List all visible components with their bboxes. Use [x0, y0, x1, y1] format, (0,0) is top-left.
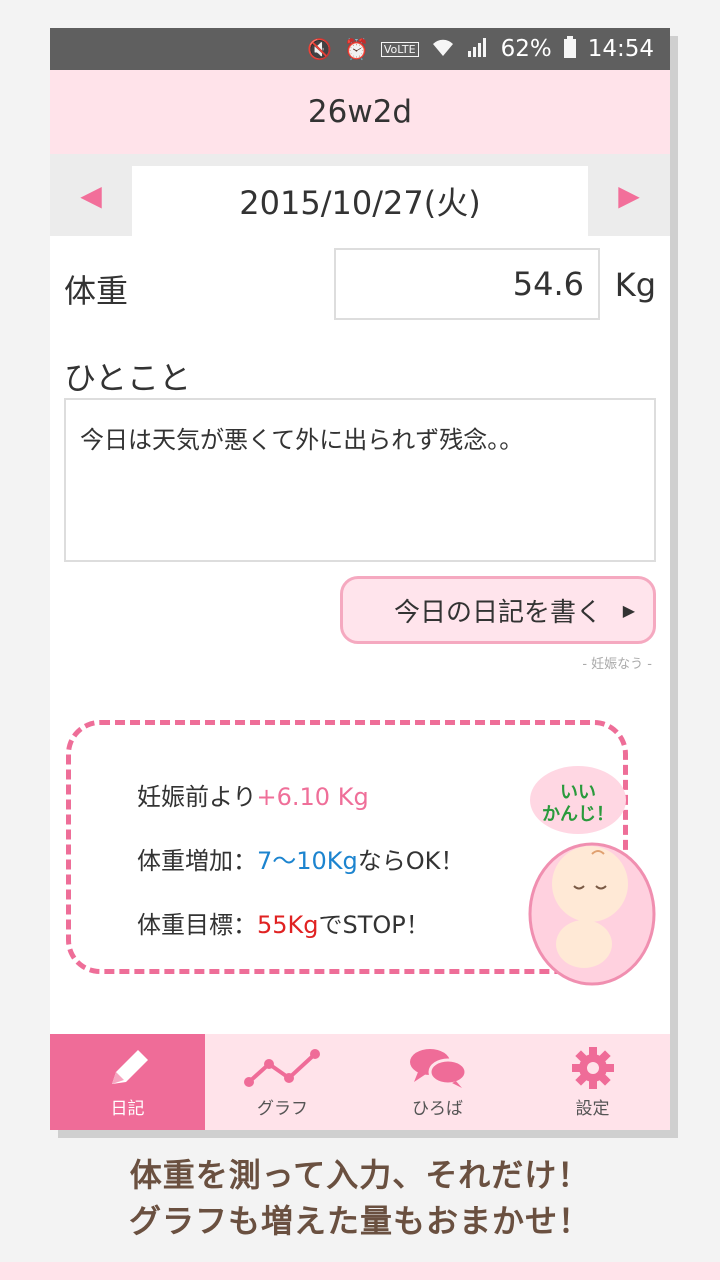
wifi-icon: [431, 36, 455, 63]
page-title: 26w2d: [307, 94, 413, 130]
write-diary-label: 今日の日記を書く: [393, 597, 602, 628]
baby-mascot: いい かんじ！: [524, 764, 660, 990]
weight-value: 54.6: [512, 265, 584, 303]
weight-unit: Kg: [614, 266, 656, 304]
gear-icon: [571, 1046, 614, 1089]
current-date: 2015/10/27(火): [132, 166, 588, 236]
mute-icon: 🔇: [307, 37, 332, 61]
battery-percent: 62%: [500, 36, 552, 62]
write-diary-button[interactable]: 今日の日記を書く ▶: [340, 576, 656, 644]
memo-label: ひとこと: [64, 359, 192, 397]
clock: 14:54: [587, 36, 654, 62]
tab-plaza[interactable]: ひろば: [360, 1034, 515, 1130]
right-arrow-icon: ▶: [618, 178, 640, 212]
weight-range-value: 7〜10Kg: [257, 847, 358, 875]
weight-range-suffix: ならOK！: [357, 847, 465, 875]
weight-input[interactable]: 54.6: [334, 248, 600, 320]
date-label: 2015/10/27(火): [239, 184, 481, 222]
memo-textarea[interactable]: 今日は天気が悪くて外に出られず残念。。: [64, 398, 656, 562]
weight-gain-line: 妊娠前より+6.10 Kg: [137, 777, 369, 812]
signal-icon: [467, 36, 489, 63]
tab-diary-label: 日記: [110, 1098, 145, 1119]
weight-range-prefix: 体重増加：: [137, 847, 257, 875]
weight-goal-line: 体重目標：55KgでSTOP！: [137, 905, 430, 940]
weight-gain-value: +6.10 Kg: [256, 783, 369, 811]
weight-goal-suffix: でSTOP！: [318, 911, 430, 939]
weight-goal-value: 55Kg: [257, 911, 319, 939]
tab-plaza-label: ひろば: [412, 1098, 463, 1119]
caption-line-1: 体重を測って入力、それだけ！: [129, 1156, 591, 1194]
previous-day-button[interactable]: ◀: [50, 154, 132, 236]
app-credit: - 妊娠なう -: [582, 657, 652, 672]
tab-graph[interactable]: グラフ: [205, 1034, 360, 1130]
tab-settings-label: 設定: [575, 1098, 610, 1119]
bubble-text-1: いい: [560, 782, 596, 802]
next-day-button[interactable]: ▶: [588, 154, 670, 236]
memo-text: 今日は天気が悪くて外に出られず残念。。: [80, 426, 524, 454]
graph-icon: [243, 1048, 320, 1087]
weight-gain-prefix: 妊娠前より: [137, 783, 257, 811]
bubble-text-2: かんじ！: [542, 804, 614, 824]
tab-diary[interactable]: 日記: [50, 1034, 205, 1130]
date-navigator: ◀ 2015/10/27(火) ▶: [50, 154, 670, 236]
weight-label: 体重: [64, 272, 129, 310]
bottom-nav: 日記 グラフ ひろば 設定: [50, 1034, 670, 1130]
chat-icon: [409, 1048, 467, 1088]
battery-icon: [563, 35, 576, 63]
pencil-icon: [111, 1049, 148, 1084]
left-arrow-icon: ◀: [80, 178, 102, 212]
app-screen: 🔇 ⏰ VoLTE 62% 14:54 26w2d ◀ 2015/10/27(火…: [50, 28, 670, 1130]
tab-graph-label: グラフ: [257, 1098, 308, 1119]
weight-row: 体重 54.6 Kg: [64, 248, 656, 322]
tab-settings[interactable]: 設定: [515, 1034, 670, 1130]
play-arrow-icon: ▶: [622, 600, 635, 620]
promo-caption: 体重を測って入力、それだけ！ グラフも増えた量もおまかせ！: [0, 1152, 720, 1244]
bottom-decoration: [0, 1262, 720, 1280]
weight-range-line: 体重増加：7〜10KgならOK！: [137, 841, 464, 876]
app-header: 26w2d: [50, 70, 670, 154]
alarm-icon: ⏰: [343, 37, 369, 61]
volte-icon: VoLTE: [380, 41, 419, 57]
weight-goal-prefix: 体重目標：: [137, 911, 257, 939]
caption-line-2: グラフも増えた量もおまかせ！: [128, 1202, 591, 1240]
status-bar: 🔇 ⏰ VoLTE 62% 14:54: [50, 28, 670, 70]
